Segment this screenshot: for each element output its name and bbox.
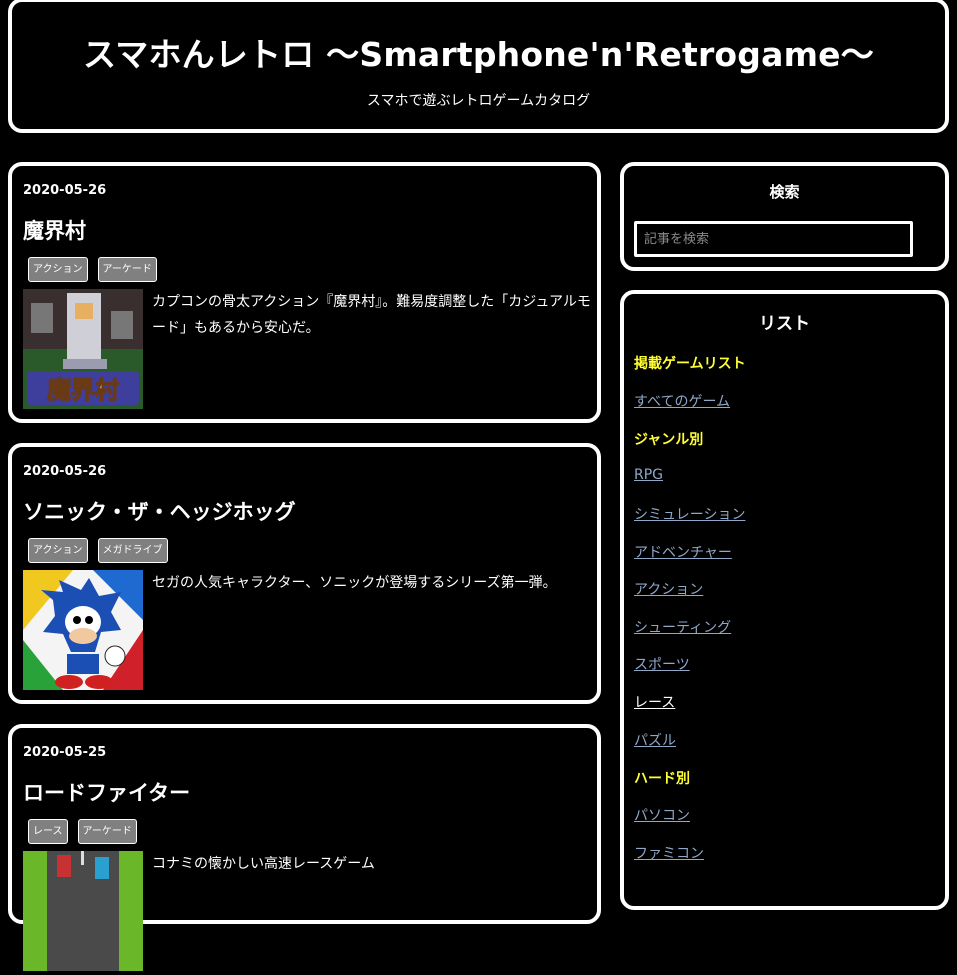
post-description: コナミの懐かしい高速レースゲーム — [152, 856, 375, 872]
category-heading-game-list: 掲載ゲームリスト — [634, 356, 746, 372]
post-description: カプコンの骨太アクション『魔界村』。難易度調整した「カジュアルモード」もあるから… — [152, 294, 591, 336]
list-link-famicom[interactable]: ファミコン — [634, 843, 704, 863]
tag-megadrive[interactable]: メガドライブ — [97, 538, 168, 563]
post-tags: アクション アーケード — [28, 257, 157, 282]
list-link-pc[interactable]: パソコン — [634, 805, 690, 825]
sonic-thumbnail-image — [23, 570, 143, 690]
list-link-adventure[interactable]: アドベンチャー — [634, 542, 732, 562]
list-link-action[interactable]: アクション — [634, 579, 703, 599]
list-link-rpg[interactable]: RPG — [634, 467, 663, 483]
post-title[interactable]: ソニック・ザ・ヘッジホッグ — [23, 496, 296, 526]
tag-race[interactable]: レース — [28, 819, 68, 844]
category-heading-hardware: ハード別 — [634, 771, 690, 787]
post-card: 2020-05-25 ロードファイター レース アーケード コナミの懐かしい高速… — [8, 724, 601, 971]
post-title[interactable]: 魔界村 — [23, 215, 86, 245]
post-date: 2020-05-26 — [23, 464, 107, 479]
category-heading-genre: ジャンル別 — [634, 432, 704, 448]
post-date: 2020-05-26 — [23, 183, 107, 198]
search-widget: 検索 — [620, 162, 949, 271]
list-link-all-games[interactable]: すべてのゲーム — [634, 391, 730, 411]
post-card: 2020-05-26 魔界村 アクション アーケード 魔界村 カプコンの骨太アク… — [8, 162, 601, 423]
list-heading: リスト — [759, 314, 810, 334]
site-title[interactable]: スマホんレトロ 〜Smartphone'n'Retrogame〜 — [12, 28, 945, 76]
site-subtitle: スマホで遊ぶレトロゲームカタログ — [366, 93, 591, 109]
tag-arcade[interactable]: アーケード — [77, 819, 137, 844]
list-link-simulation[interactable]: シミュレーション — [634, 504, 745, 524]
thumbnail-logo-text: 魔界村 — [47, 376, 119, 404]
road-fighter-thumbnail-image — [23, 851, 143, 971]
makaimura-thumbnail-image: 魔界村 — [23, 289, 143, 409]
post-card: 2020-05-26 ソニック・ザ・ヘッジホッグ アクション メガドライブ セガ… — [8, 443, 601, 704]
tag-arcade[interactable]: アーケード — [97, 257, 157, 282]
post-thumbnail[interactable]: 魔界村 — [23, 289, 143, 409]
search-input[interactable] — [634, 221, 913, 257]
post-description: セガの人気キャラクター、ソニックが登場するシリーズ第一弾。 — [152, 575, 557, 591]
post-tags: レース アーケード — [28, 819, 137, 844]
list-link-puzzle[interactable]: パズル — [634, 730, 676, 750]
post-thumbnail[interactable] — [23, 851, 143, 971]
post-thumbnail[interactable] — [23, 570, 143, 690]
list-link-race[interactable]: レース — [634, 692, 675, 712]
list-link-sports[interactable]: スポーツ — [634, 654, 690, 674]
post-tags: アクション メガドライブ — [28, 538, 168, 563]
search-heading: 検索 — [769, 183, 800, 201]
tag-action[interactable]: アクション — [28, 538, 88, 563]
post-date: 2020-05-25 — [23, 745, 107, 760]
post-title[interactable]: ロードファイター — [23, 777, 190, 807]
list-link-shooting[interactable]: シューティング — [634, 617, 731, 637]
site-header: スマホんレトロ 〜Smartphone'n'Retrogame〜 スマホで遊ぶレ… — [8, 0, 949, 133]
tag-action[interactable]: アクション — [28, 257, 88, 282]
list-widget: リスト 掲載ゲームリスト すべてのゲーム ジャンル別 RPG シミュレーション … — [620, 290, 949, 910]
